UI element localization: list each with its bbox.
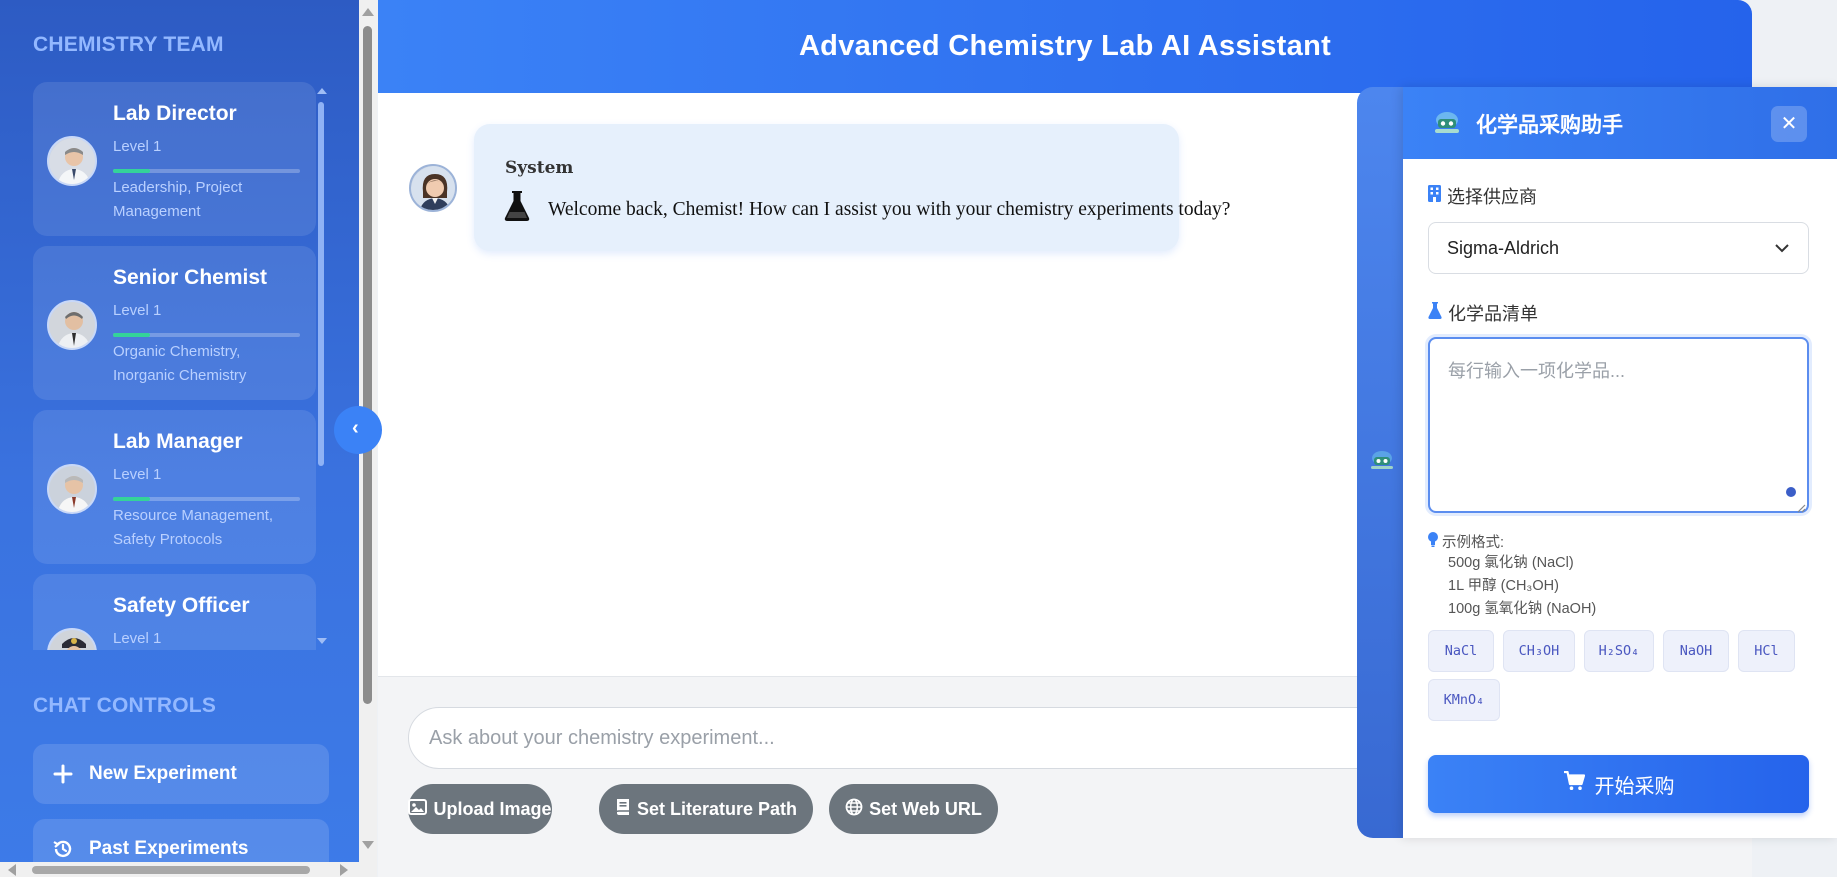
avatar <box>47 300 97 350</box>
example-format: 示例格式: 500g 氯化钠 (NaCl) 1L 甲醇 (CH₃OH) 100g… <box>1428 531 1596 621</box>
set-web-url-button[interactable]: Set Web URL <box>829 784 998 834</box>
supplier-value: Sigma-Aldrich <box>1447 237 1560 258</box>
member-level: Level 1 <box>113 302 162 319</box>
chemical-chip[interactable]: CH₃OH <box>1503 630 1575 672</box>
member-progress-bar <box>113 333 300 337</box>
start-purchase-button[interactable]: 开始采购 <box>1428 755 1809 813</box>
example-title-text: 示例格式: <box>1442 535 1505 551</box>
example-line: 1L 甲醇 (CH₃OH) <box>1448 578 1559 594</box>
cart-icon <box>1563 770 1585 797</box>
chat-input[interactable] <box>408 707 1508 769</box>
chemical-chip[interactable]: KMnO₄ <box>1428 679 1500 721</box>
close-button[interactable]: ✕ <box>1771 106 1807 142</box>
history-icon <box>51 837 75 861</box>
member-name: Lab Director <box>113 102 237 125</box>
member-progress-bar <box>113 497 300 501</box>
scroll-up-arrow[interactable] <box>362 8 374 16</box>
new-experiment-button[interactable]: New Experiment <box>33 744 329 804</box>
avatar <box>47 628 97 650</box>
system-avatar <box>409 164 457 212</box>
panel-title: 化学品采购助手 <box>1476 114 1623 137</box>
team-member-card[interactable]: Senior Chemist Level 1 Organic Chemistry… <box>33 246 316 400</box>
team-section-title: CHEMISTRY TEAM <box>33 33 224 56</box>
member-skills: Leadership, Project Management <box>113 179 243 220</box>
chemical-chip[interactable]: H₂SO₄ <box>1584 630 1654 672</box>
input-status-dot <box>1786 487 1796 497</box>
example-title: 示例格式: <box>1428 531 1596 552</box>
horizontal-scrollbar-thumb[interactable] <box>32 866 310 874</box>
member-skills: Organic Chemistry, Inorganic Chemistry <box>113 343 247 384</box>
supplier-label-text: 选择供应商 <box>1447 187 1537 207</box>
panel-header: 化学品采购助手 ✕ <box>1403 87 1837 159</box>
member-name: Safety Officer <box>113 594 250 617</box>
scroll-right-arrow[interactable] <box>340 864 348 876</box>
member-progress-fill <box>113 169 151 173</box>
robot-icon <box>1369 448 1395 477</box>
list-scrollbar-thumb[interactable] <box>318 102 324 466</box>
start-purchase-label: 开始采购 <box>1594 775 1675 798</box>
globe-icon <box>845 798 863 821</box>
procurement-panel: 化学品采购助手 ✕ 选择供应商 Sigma-Aldrich 化学品清单 示例格式… <box>1403 87 1837 838</box>
member-level: Level 1 <box>113 630 162 647</box>
example-line: 500g 氯化钠 (NaCl) <box>1448 555 1574 571</box>
chemical-list-input[interactable] <box>1428 337 1809 513</box>
team-member-card[interactable]: Lab Director Level 1 Leadership, Project… <box>33 82 316 236</box>
sidebar: CHEMISTRY TEAM Lab Director Level 1 Lead… <box>0 0 359 877</box>
member-progress-bar <box>113 169 300 173</box>
image-icon <box>408 798 428 820</box>
avatar <box>47 464 97 514</box>
member-progress-fill <box>113 497 151 501</box>
member-name: Senior Chemist <box>113 266 268 289</box>
past-experiments-label: Past Experiments <box>89 838 249 859</box>
sidebar-collapse-button[interactable]: ‹ <box>334 406 382 454</box>
member-level: Level 1 <box>113 138 162 155</box>
lightbulb-icon <box>1428 532 1438 551</box>
list-scroll-down-arrow[interactable] <box>317 638 327 644</box>
flask-icon <box>1428 302 1442 324</box>
page-title: Advanced Chemistry Lab AI Assistant <box>798 30 1332 62</box>
sidebar-horizontal-scrollbar[interactable] <box>0 862 359 877</box>
list-scroll-up-arrow[interactable] <box>317 88 327 94</box>
set-literature-path-label: Set Literature Path <box>636 798 798 819</box>
scroll-left-arrow[interactable] <box>8 864 16 876</box>
avatar <box>47 136 97 186</box>
chemical-chip[interactable]: NaOH <box>1663 630 1729 672</box>
robot-icon <box>1432 109 1462 142</box>
team-member-card[interactable]: Safety Officer Level 1 <box>33 574 316 650</box>
scroll-down-arrow[interactable] <box>362 841 374 849</box>
member-progress-fill <box>113 333 151 337</box>
team-list[interactable]: Lab Director Level 1 Leadership, Project… <box>33 82 316 650</box>
flask-icon <box>503 190 531 227</box>
resize-grip-icon[interactable] <box>1796 500 1806 518</box>
system-message: System Welcome back, Chemist! How can I … <box>474 124 1230 251</box>
panel-toggle-strip[interactable] <box>1357 87 1405 838</box>
new-experiment-label: New Experiment <box>89 763 237 784</box>
book-icon <box>615 798 631 821</box>
supplier-select[interactable]: Sigma-Aldrich <box>1428 222 1809 274</box>
building-icon <box>1428 185 1441 207</box>
upload-image-button[interactable]: Upload Image <box>408 784 552 834</box>
member-skills: Resource Management, Safety Protocols <box>113 507 274 548</box>
chevron-down-icon <box>1774 240 1790 261</box>
supplier-label: 选择供应商 <box>1428 183 1537 209</box>
member-name: Lab Manager <box>113 430 243 453</box>
vertical-scrollbar-thumb[interactable] <box>363 26 372 704</box>
chemical-chip[interactable]: HCl <box>1738 630 1795 672</box>
team-member-card[interactable]: Lab Manager Level 1 Resource Management,… <box>33 410 316 564</box>
member-level: Level 1 <box>113 466 162 483</box>
plus-icon <box>51 762 75 786</box>
chemical-chip[interactable]: NaCl <box>1428 630 1494 672</box>
chat-header: Advanced Chemistry Lab AI Assistant <box>378 0 1752 93</box>
chemical-list-label: 化学品清单 <box>1428 300 1538 326</box>
chevron-left-icon: ‹ <box>352 417 359 439</box>
chemical-list-label-text: 化学品清单 <box>1448 304 1538 324</box>
controls-section-title: CHAT CONTROLS <box>33 694 217 717</box>
upload-image-label: Upload Image <box>433 798 552 819</box>
message-sender: System <box>505 158 574 178</box>
example-line: 100g 氢氧化钠 (NaOH) <box>1448 601 1597 617</box>
set-web-url-label: Set Web URL <box>869 798 982 819</box>
close-icon: ✕ <box>1780 113 1798 135</box>
message-text: Welcome back, Chemist! How can I assist … <box>548 199 1231 220</box>
set-literature-path-button[interactable]: Set Literature Path <box>599 784 813 834</box>
